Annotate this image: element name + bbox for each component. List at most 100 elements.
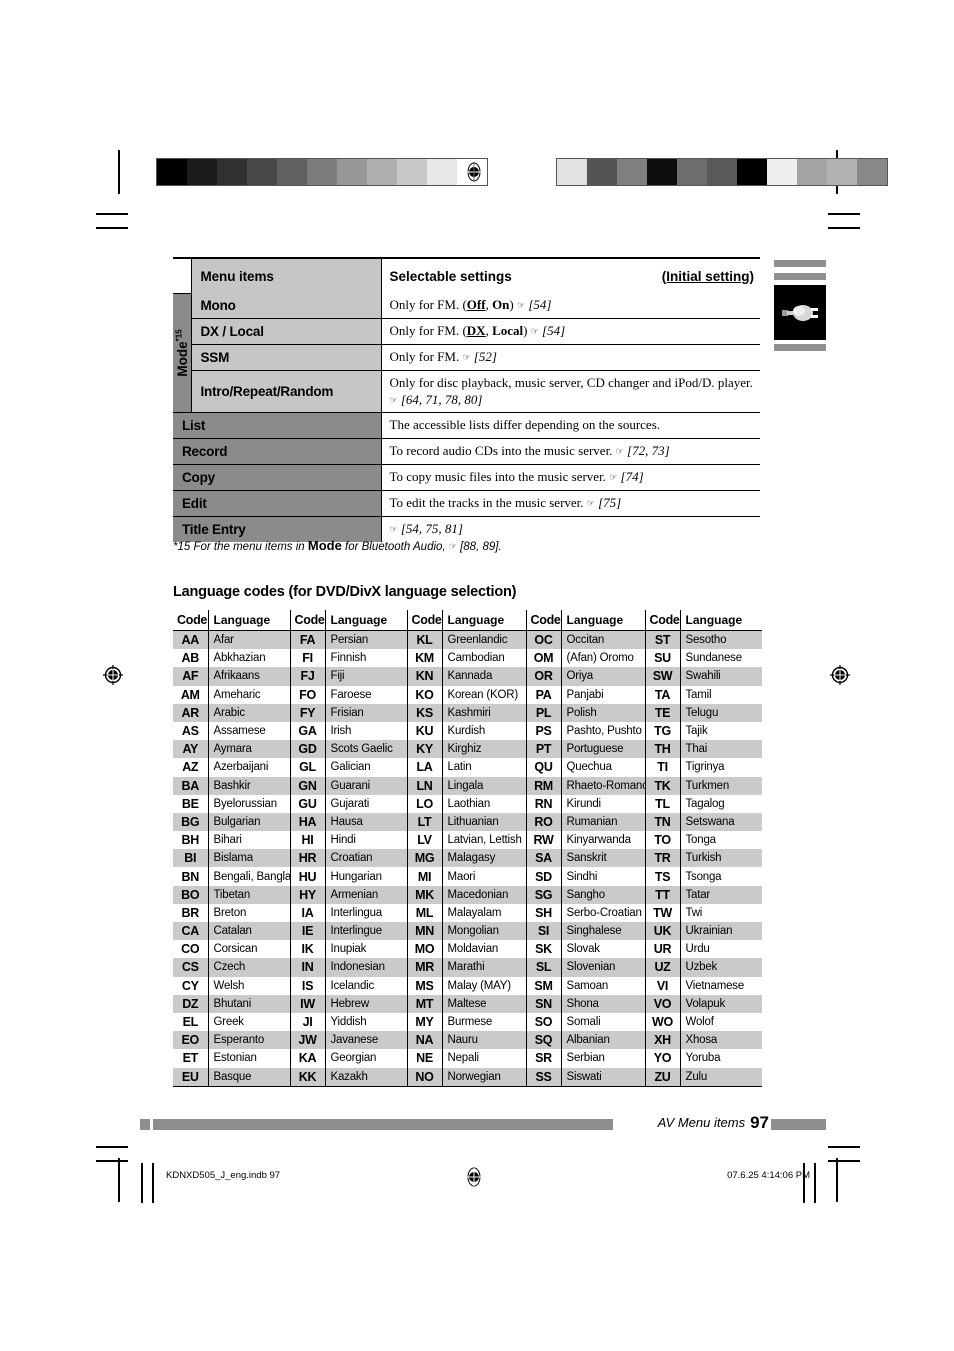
- page-ref-mono: [54]: [528, 297, 552, 313]
- language-name: Greek: [208, 1012, 291, 1032]
- language-code: SG: [526, 885, 562, 904]
- language-row: CA Catalan IE Interlingue MN Mongolian SI Singh…: [173, 922, 762, 941]
- language-name: Sundanese: [685, 652, 743, 665]
- language-row: EO Esperanto JW Javanese NA Nauru SQ Albanian XH…: [173, 1031, 762, 1050]
- language-name: Greenlandic: [442, 630, 527, 650]
- language-name: Serbian: [561, 1049, 646, 1068]
- language-code: XH: [645, 1031, 681, 1050]
- language-name: (Afan) Oromo: [561, 649, 646, 668]
- print-file-label: KDNXD505_J_eng.indb 97: [166, 1170, 281, 1181]
- av-menu-settings-table: Menu items (Initial setting) Selectable …: [173, 259, 760, 543]
- language-name: Slovak: [561, 940, 646, 959]
- menu-item-list: List: [173, 412, 381, 439]
- language-name: Corsican: [208, 940, 291, 959]
- language-code: KN: [407, 667, 443, 686]
- language-name: Bengali, Bangla: [208, 867, 291, 886]
- language-name: Rumanian: [561, 812, 646, 832]
- language-name: Ameharic: [208, 685, 291, 704]
- language-name: Afar: [208, 630, 291, 650]
- language-code: ML: [407, 903, 443, 922]
- language-code: TL: [645, 794, 681, 813]
- language-code: MT: [407, 994, 443, 1013]
- language-name: Aymara: [208, 740, 291, 759]
- language-code: CO: [173, 940, 209, 959]
- language-code: KU: [407, 721, 443, 741]
- language-row: AY Aymara GD Scots Gaelic KY Kirghiz PT Portugu…: [173, 740, 762, 759]
- page-ref-record: [72, 73]: [627, 443, 670, 459]
- language-code: VI: [645, 976, 681, 995]
- language-code: BI: [173, 849, 209, 868]
- language-code: FO: [290, 685, 326, 704]
- language-codes-table: Code Language Code Language Code Languag…: [173, 610, 762, 1087]
- language-code: UZ: [645, 958, 681, 977]
- language-name: Twi: [685, 906, 703, 919]
- page-number: 97: [750, 1113, 769, 1132]
- language-code: BG: [173, 812, 209, 832]
- language-row: AM Ameharic FO Faroese KO Korean (KOR) PA Panja…: [173, 685, 762, 704]
- language-name: Arabic: [208, 703, 291, 722]
- language-name: Burmese: [442, 1012, 527, 1032]
- language-code: AB: [173, 649, 209, 668]
- language-row: BN Bengali, Bangla HU Hungarian MI Maori SD Sin…: [173, 867, 762, 886]
- language-name: Slovenian: [561, 958, 646, 977]
- page-ref-copy: [74]: [620, 469, 644, 485]
- language-code: KA: [290, 1049, 326, 1068]
- option-local: Local: [492, 323, 524, 339]
- language-row: AZ Azerbaijani GL Galician LA Latin QU Quechua T…: [173, 758, 762, 777]
- page-edge-left2: [152, 1163, 154, 1203]
- language-code: CY: [173, 976, 209, 995]
- language-name: Norwegian: [442, 1067, 527, 1087]
- registration-target-bottom: [463, 1166, 485, 1188]
- language-code: MN: [407, 922, 443, 941]
- language-row: AF Afrikaans FJ Fiji KN Kannada OR Oriya SW Swahi…: [173, 667, 762, 686]
- option-dx: DX: [466, 323, 486, 339]
- page-edge-right2: [814, 1163, 816, 1203]
- language-name: Sanskrit: [561, 849, 646, 868]
- table-row-ssm: SSM Only for FM. ☞ [52]: [173, 344, 760, 371]
- language-name: Tajik: [685, 725, 708, 738]
- language-code: TN: [645, 812, 681, 832]
- language-code: SR: [526, 1049, 562, 1068]
- language-name: Indonesian: [325, 958, 408, 977]
- language-code: TR: [645, 849, 681, 868]
- language-code: TT: [645, 885, 681, 904]
- table-row-mono: Mode*15 Mono Only for FM. (Off, On) ☞ [5…: [173, 292, 760, 413]
- language-code: IK: [290, 940, 326, 959]
- language-code: PT: [526, 740, 562, 759]
- option-on: On: [492, 297, 510, 313]
- manual-page: Menu items (Initial setting) Selectable …: [0, 0, 954, 1351]
- language-name: Armenian: [325, 885, 408, 904]
- table-row-intro-repeat-random: Intro/Repeat/Random Only for disc playba…: [173, 369, 760, 413]
- language-code: CA: [173, 922, 209, 941]
- language-code: GL: [290, 758, 326, 777]
- language-name: Tamil: [685, 688, 712, 701]
- menu-item-edit: Edit: [173, 490, 381, 517]
- page-ref-icon: ☞: [615, 447, 624, 458]
- language-name: Siswati: [561, 1067, 646, 1087]
- language-row: CS Czech IN Indonesian MR Marathi SL Slovenian U…: [173, 958, 762, 977]
- language-name: Sangho: [561, 885, 646, 904]
- language-row: BO Tibetan HY Armenian MK Macedonian SG Sangho T…: [173, 885, 762, 904]
- page-edge-right: [803, 1163, 805, 1203]
- language-name: Sesotho: [680, 630, 762, 650]
- language-row: BA Bashkir GN Guarani LN Lingala RM Rhaeto-Roma…: [173, 776, 762, 795]
- language-code: ET: [173, 1049, 209, 1068]
- language-name: Cambodian: [442, 649, 527, 668]
- page-ref-edit: [75]: [598, 495, 622, 511]
- language-name: Bihari: [208, 831, 291, 850]
- language-name: Setswana: [680, 812, 762, 832]
- language-code: FI: [290, 649, 326, 668]
- page-ref-icon: ☞: [389, 525, 398, 536]
- language-name: Breton: [208, 903, 291, 922]
- language-name: Latin: [442, 758, 527, 777]
- header-language-3: Language: [442, 610, 527, 631]
- language-name: Kurdish: [442, 721, 527, 741]
- crop-mark-tl-v: [118, 150, 120, 194]
- language-code: LO: [407, 794, 443, 813]
- language-name: Thai: [680, 740, 762, 759]
- setting-dx-local: Only for FM. (DX, Local) ☞ [54]: [380, 318, 760, 345]
- language-name: Tagalog: [685, 797, 725, 810]
- table-row-copy: Copy To copy music files into the music …: [173, 464, 760, 491]
- language-name: Marathi: [442, 958, 527, 977]
- language-name: Latvian, Lettish: [442, 831, 527, 850]
